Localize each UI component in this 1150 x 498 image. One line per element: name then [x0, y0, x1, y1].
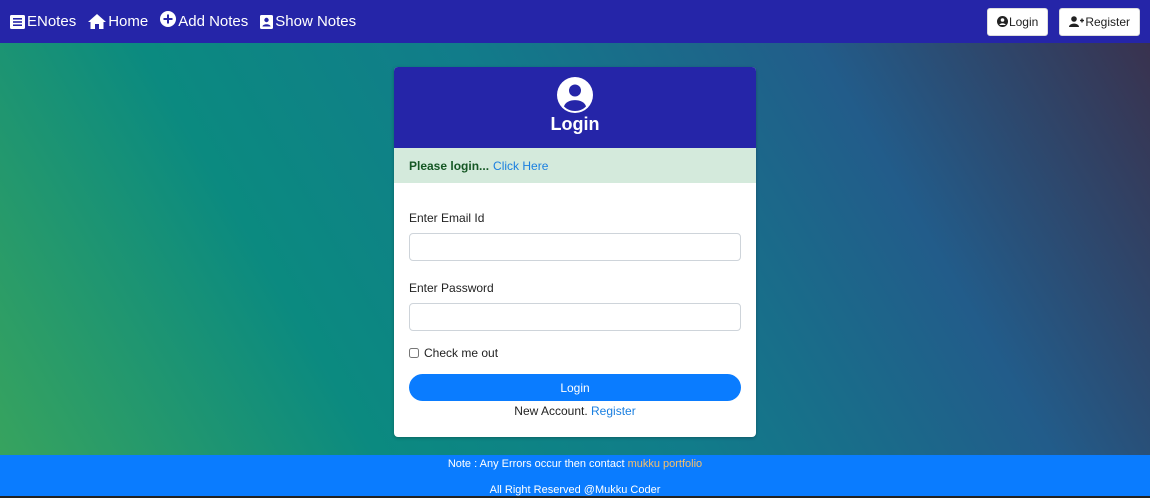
check-me-out-label: Check me out: [424, 346, 499, 360]
user-plus-icon: [1069, 16, 1085, 27]
footer-copyright: All Right Reserved @Mukku Coder: [489, 484, 661, 496]
home-icon: [88, 14, 107, 29]
nav-register-label: Register: [1085, 14, 1130, 29]
footer-note-text: Note : Any Errors occur then contact: [447, 458, 625, 470]
login-card: Login Please login... Click Here Enter E…: [394, 67, 756, 437]
new-account-row: New Account. Register: [409, 404, 741, 418]
nav-brand-label: ENotes: [27, 13, 77, 30]
contact-card-icon: [260, 14, 274, 29]
footer-portfolio-link[interactable]: mukku portfolio: [628, 458, 703, 470]
nav-auth-buttons: Login Register: [986, 7, 1140, 36]
remember-row: Check me out: [409, 346, 741, 360]
nav-show-notes-label: Show Notes: [275, 13, 357, 30]
plus-circle-icon: [160, 10, 177, 27]
footer-note: Note : Any Errors occur then contact muk…: [0, 455, 1150, 470]
password-label: Enter Password: [409, 281, 494, 295]
nav-register-button[interactable]: Register: [1059, 7, 1140, 36]
notebook-icon: [10, 14, 25, 29]
login-card-header: Login: [394, 67, 756, 148]
nav-login-label: Login: [1008, 14, 1039, 29]
check-me-out-checkbox[interactable]: [409, 348, 419, 358]
nav-add-notes[interactable]: Add Notes: [160, 10, 249, 30]
new-account-text: New Account.: [514, 404, 588, 418]
footer: Note : Any Errors occur then contact muk…: [0, 455, 1150, 498]
register-link[interactable]: Register: [591, 404, 636, 418]
login-card-title: Login: [550, 114, 600, 134]
nav-home-label: Home: [108, 13, 149, 30]
login-alert: Please login... Click Here: [394, 148, 756, 183]
alert-click-here-link[interactable]: Click Here: [493, 159, 548, 173]
nav-home[interactable]: Home: [88, 13, 148, 30]
nav-brand[interactable]: ENotes: [10, 13, 76, 30]
login-submit-button[interactable]: Login: [409, 374, 741, 401]
email-field[interactable]: [409, 233, 741, 261]
nav-show-notes[interactable]: Show Notes: [260, 13, 356, 30]
nav-login-button[interactable]: Login: [986, 7, 1049, 36]
nav-add-notes-label: Add Notes: [178, 13, 249, 30]
user-circle-icon: [996, 16, 1008, 27]
password-field[interactable]: [409, 303, 741, 331]
login-form: Enter Email Id Enter Password Check me o…: [394, 183, 756, 418]
user-circle-icon: [557, 77, 593, 113]
alert-text: Please login...: [409, 158, 490, 173]
email-label: Enter Email Id: [409, 211, 485, 225]
navbar: ENotes Home Add Notes Show Notes Login R…: [0, 0, 1150, 43]
